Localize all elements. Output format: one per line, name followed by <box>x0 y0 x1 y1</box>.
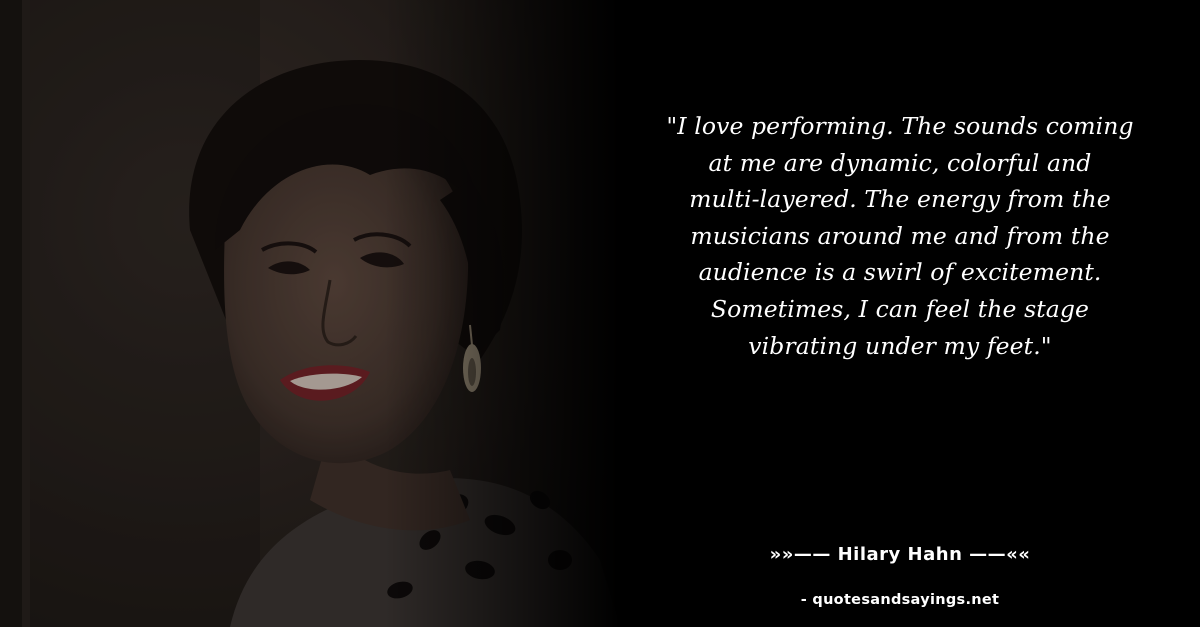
quote-card: "I love performing. The sounds coming at… <box>0 0 1200 627</box>
quote-line: at me are dynamic, colorful and <box>708 148 1092 177</box>
quote-line: multi-layered. The energy from the <box>689 185 1111 214</box>
quote-line: musicians around me and from the <box>690 221 1110 250</box>
quote-text: "I love performing. The sounds coming at… <box>620 108 1180 364</box>
quote-author: »»—— Hilary Hahn ——«« <box>769 544 1031 565</box>
quote-line: "I love performing. The sounds coming <box>666 112 1134 140</box>
quote-line: Sometimes, I can feel the stage <box>710 294 1090 323</box>
quote-line: audience is a swirl of excitement. <box>698 258 1102 287</box>
source-credit: - quotesandsayings.net <box>800 592 1000 608</box>
quote-line: vibrating under my feet." <box>748 331 1052 360</box>
